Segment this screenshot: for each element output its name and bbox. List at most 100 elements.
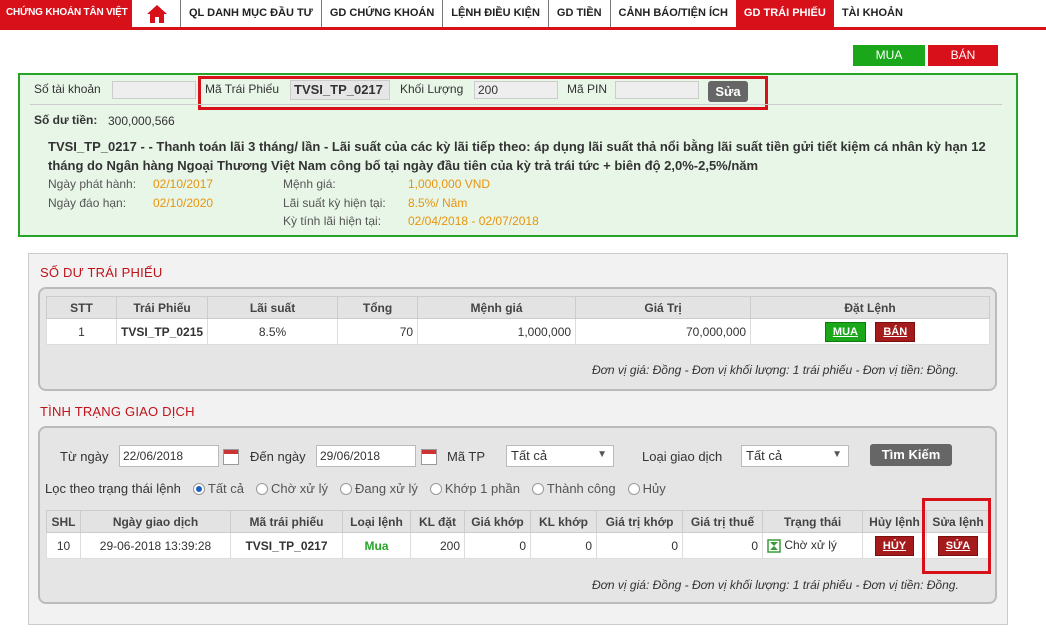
cell-actions: MUA BÁN xyxy=(750,318,990,345)
col-qty: KL đặt xyxy=(410,510,465,533)
radio-partial[interactable] xyxy=(429,482,442,495)
from-date-label: Từ ngày xyxy=(60,449,109,464)
issue-date-value: 02/10/2017 xyxy=(153,177,214,191)
cell-total: 70 xyxy=(337,318,419,345)
home-icon[interactable] xyxy=(146,3,168,25)
holdings-table: STT Trái Phiếu Lãi suất Tổng Mệnh giá Gi… xyxy=(46,296,990,345)
col-match-price: Giá khớp xyxy=(464,510,531,533)
bond-desc-text: - - Thanh toán lãi 3 tháng/ lần - Lãi su… xyxy=(48,139,986,173)
radio-success-label: Thành công xyxy=(546,481,616,496)
top-navbar: CHỨNG KHOÁN TÂN VIỆT QL DANH MỤC ĐẦU TƯ … xyxy=(0,0,1046,30)
cell-bond: TVSI_TP_0215 xyxy=(115,318,209,345)
cell-qty: 200 xyxy=(410,532,465,559)
radio-all-label: Tất cả xyxy=(207,481,245,496)
cell-tax: 0 xyxy=(682,532,763,559)
radio-pending[interactable] xyxy=(256,482,269,495)
bond-title: TVSI_TP_0217 xyxy=(48,139,137,154)
radio-processing-label: Đang xử lý xyxy=(354,481,418,496)
radio-cancelled-label: Hủy xyxy=(642,481,666,496)
col-cancel: Hủy lệnh xyxy=(862,510,927,533)
status-filter-label: Lọc theo trạng thái lệnh xyxy=(45,481,181,496)
maturity-value: 02/10/2020 xyxy=(153,196,214,210)
holdings-unit-note: Đơn vị giá: Đồng - Đơn vị khối lượng: 1 … xyxy=(592,363,959,377)
radio-cancelled[interactable] xyxy=(627,482,640,495)
to-date-label: Đến ngày xyxy=(250,449,306,464)
radio-success[interactable] xyxy=(531,482,544,495)
col-type: Loại lệnh xyxy=(342,510,411,533)
cell-code: TVSI_TP_0217 xyxy=(230,532,343,559)
status-text: Chờ xử lý xyxy=(784,538,837,553)
buy-tab-button[interactable]: MUA xyxy=(853,45,925,66)
col-tax: Giá trị thuế xyxy=(682,510,763,533)
nav-cash-trading[interactable]: GD TIỀN xyxy=(547,0,610,27)
account-field[interactable] xyxy=(112,81,196,99)
period-value: 02/04/2018 - 02/07/2018 xyxy=(408,214,539,228)
sell-tab-button[interactable]: BÁN xyxy=(928,45,998,66)
transactions-table: SHL Ngày giao dịch Mã trái phiếu Loại lệ… xyxy=(46,510,990,559)
col-match-value: Giá trị khớp xyxy=(596,510,683,533)
col-match-qty: KL khớp xyxy=(530,510,597,533)
bond-description: TVSI_TP_0217 - - Thanh toán lãi 3 tháng/… xyxy=(48,137,988,175)
hourglass-icon xyxy=(767,539,781,553)
cell-rate: 8.5% xyxy=(207,318,339,345)
cell-type: Mua xyxy=(342,532,411,559)
radio-all[interactable] xyxy=(192,482,205,495)
row-sell-button[interactable]: BÁN xyxy=(875,321,916,342)
calendar-icon[interactable] xyxy=(421,449,437,465)
cancel-order-button[interactable]: HỦY xyxy=(874,535,915,556)
search-button[interactable]: Tìm Kiếm xyxy=(870,444,952,466)
chevron-down-icon: ▼ xyxy=(597,449,607,460)
trade-type-select-value: Tất cả xyxy=(746,448,783,463)
radio-processing[interactable] xyxy=(339,482,352,495)
balance-value: 300,000,566 xyxy=(108,114,175,128)
trade-type-label: Loại giao dịch xyxy=(642,449,723,464)
cell-date: 29-06-2018 13:39:28 xyxy=(80,532,231,559)
holdings-title: SỐ DƯ TRÁI PHIẾU xyxy=(40,265,163,280)
cell-stt: 1 xyxy=(46,318,117,345)
issue-date-label: Ngày phát hành: xyxy=(48,177,137,191)
to-date-input[interactable]: 29/06/2018 xyxy=(316,445,416,467)
period-label: Kỳ tính lãi hiện tại: xyxy=(283,214,382,228)
from-date-input[interactable]: 22/06/2018 xyxy=(119,445,219,467)
col-stt: STT xyxy=(46,296,117,319)
bond-code-select-value: Tất cả xyxy=(511,448,548,463)
col-shl: SHL xyxy=(46,510,81,533)
balance-label: Số dư tiền: xyxy=(34,113,98,127)
col-status: Trạng thái xyxy=(762,510,863,533)
chevron-down-icon: ▼ xyxy=(832,449,842,460)
bond-code-select[interactable]: Tất cả ▼ xyxy=(506,445,614,467)
par-value: 1,000,000 VND xyxy=(408,177,491,191)
status-filter: Lọc theo trạng thái lệnh Tất cả Chờ xử l… xyxy=(45,481,666,496)
nav-alerts-utilities[interactable]: CẢNH BÁO/TIỆN ÍCH xyxy=(609,0,736,27)
radio-partial-label: Khớp 1 phần xyxy=(444,481,520,496)
nav-stock-trading[interactable]: GD CHỨNG KHOÁN xyxy=(320,0,442,27)
table-row: 1 TVSI_TP_0215 8.5% 70 1,000,000 70,000,… xyxy=(46,318,990,345)
cell-shl: 10 xyxy=(46,532,81,559)
row-buy-button[interactable]: MUA xyxy=(824,321,866,342)
calendar-icon[interactable] xyxy=(223,449,239,465)
cell-value: 70,000,000 xyxy=(575,318,752,345)
cell-match-price: 0 xyxy=(464,532,531,559)
col-total: Tổng xyxy=(337,296,419,319)
cell-par: 1,000,000 xyxy=(417,318,577,345)
col-bond: Trái Phiếu xyxy=(115,296,209,319)
brand-logo[interactable]: CHỨNG KHOÁN TÂN VIỆT xyxy=(0,0,132,30)
main-nav: QL DANH MỤC ĐẦU TƯ GD CHỨNG KHOÁN LỆNH Đ… xyxy=(180,0,911,27)
par-label: Mệnh giá: xyxy=(283,177,336,191)
transactions-title: TÌNH TRẠNG GIAO DỊCH xyxy=(40,404,195,419)
radio-pending-label: Chờ xử lý xyxy=(271,481,328,496)
cell-status: Chờ xử lý xyxy=(762,532,863,559)
rate-label: Lãi suất kỳ hiện tại: xyxy=(283,196,386,210)
divider xyxy=(30,104,1002,105)
nav-bond-trading[interactable]: GD TRÁI PHIẾU xyxy=(735,0,834,27)
col-code: Mã trái phiếu xyxy=(230,510,343,533)
nav-conditional-orders[interactable]: LỆNH ĐIỀU KIỆN xyxy=(442,0,548,27)
nav-portfolio[interactable]: QL DANH MỤC ĐẦU TƯ xyxy=(180,0,321,27)
table-row: 10 29-06-2018 13:39:28 TVSI_TP_0217 Mua … xyxy=(46,532,990,559)
highlight-box-edit xyxy=(922,498,991,574)
rate-value: 8.5%/ Năm xyxy=(408,196,468,210)
account-label: Số tài khoản xyxy=(34,82,101,96)
nav-account[interactable]: TÀI KHOẢN xyxy=(834,0,911,27)
trade-type-select[interactable]: Tất cả ▼ xyxy=(741,445,849,467)
transactions-unit-note: Đơn vị giá: Đồng - Đơn vị khối lượng: 1 … xyxy=(592,578,959,592)
